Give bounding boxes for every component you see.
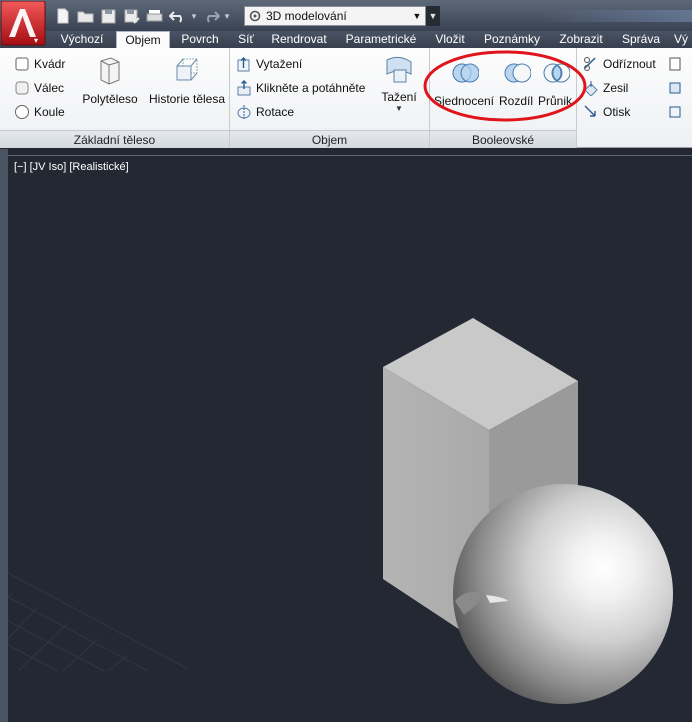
kvadr-label: Kvádr <box>34 57 66 71</box>
separate-icon <box>667 104 683 120</box>
odriznout-button[interactable]: Odříznout <box>583 54 656 74</box>
save-as-icon[interactable] <box>121 6 142 26</box>
extrude-icon <box>236 56 252 72</box>
tab-poznamky[interactable]: Poznámky <box>480 31 544 48</box>
panel-booleovske: Sjednocení Rozdíl Průnik Booleovské <box>430 48 577 148</box>
plot-icon[interactable] <box>144 6 165 26</box>
extract-edges-icon <box>667 56 683 72</box>
valec-button[interactable]: Válec <box>14 78 64 98</box>
workspace-dropdown[interactable]: 3D modelování ▼ <box>244 6 426 26</box>
tazeni-label: Tažení <box>381 90 417 104</box>
thicken-icon <box>583 80 599 96</box>
ribbon: Kvádr Válec Koule Polytěleso Historie tě… <box>0 48 692 148</box>
quick-access-toolbar: ▾ ▾ <box>52 5 231 27</box>
ground-grid <box>8 572 189 672</box>
tab-objem[interactable]: Objem <box>116 31 170 49</box>
panel-title-zakladni: Základní těleso <box>0 130 229 148</box>
historie-label: Historie tělesa <box>148 92 226 106</box>
tab-vystup[interactable]: Vý <box>674 31 692 48</box>
open-folder-icon[interactable] <box>75 6 96 26</box>
title-bar: ▾ ▾ 3D modelování ▼ ▼ <box>0 0 692 31</box>
polyteleso-label: Polytěleso <box>82 92 138 106</box>
undo-icon[interactable] <box>167 6 188 26</box>
koule-button[interactable]: Koule <box>14 102 65 122</box>
tab-povrch[interactable]: Povrch <box>176 31 224 48</box>
polyteleso-button[interactable]: Polytěleso <box>80 56 140 106</box>
separate-button[interactable] <box>667 102 683 122</box>
kliknete-label: Klikněte a potáhněte <box>256 81 366 95</box>
presspull-icon <box>236 80 252 96</box>
application-menu-button[interactable]: ▾ <box>0 0 46 46</box>
panel-objem: Vytažení Klikněte a potáhněte Rotace Taž… <box>230 48 430 148</box>
customize-qat-icon[interactable]: ▼ <box>426 6 440 26</box>
3d-scene <box>8 318 673 704</box>
drawing-viewport[interactable]: [−] [JV Iso] [Realistické] <box>0 149 692 722</box>
tab-vlozit[interactable]: Vložit <box>430 31 470 48</box>
union-icon <box>449 58 479 88</box>
extrude-faces-icon <box>667 80 683 96</box>
imprint-icon <box>583 104 599 120</box>
prunik-button[interactable]: Průnik <box>534 58 576 108</box>
ribbon-tab-bar: Výchozí Objem Povrch Síť Rendrovat Param… <box>0 31 692 49</box>
intersect-icon <box>540 58 570 88</box>
solid-history-icon <box>172 56 202 86</box>
tab-zobrazit[interactable]: Zobrazit <box>554 31 608 48</box>
zesil-label: Zesil <box>603 81 629 95</box>
extrude-faces-button[interactable] <box>667 78 683 98</box>
rotace-button[interactable]: Rotace <box>236 102 294 122</box>
valec-label: Válec <box>34 81 65 95</box>
prunik-label: Průnik <box>537 94 572 108</box>
sphere-icon <box>14 104 30 120</box>
workspace-label: 3D modelování <box>266 9 347 23</box>
zesil-button[interactable]: Zesil <box>583 78 628 98</box>
panel-zakladni-teleso: Kvádr Válec Koule Polytěleso Historie tě… <box>0 48 230 148</box>
odriznout-label: Odříznout <box>603 57 656 71</box>
viewport-left-border <box>0 149 8 722</box>
otisk-label: Otisk <box>603 105 631 119</box>
vytazeni-button[interactable]: Vytažení <box>236 54 302 74</box>
sjednoceni-button[interactable]: Sjednocení <box>432 58 496 108</box>
chevron-down-icon: ▼ <box>412 11 422 21</box>
rozdil-button[interactable]: Rozdíl <box>496 58 536 108</box>
cylinder-icon <box>14 80 30 96</box>
gear-icon <box>249 10 261 22</box>
tab-sit[interactable]: Síť <box>232 31 260 48</box>
tazeni-dropdown-icon[interactable]: ▼ <box>376 104 422 113</box>
save-icon[interactable] <box>98 6 119 26</box>
box-icon <box>14 56 30 72</box>
panel-title-booleovske: Booleovské <box>430 130 576 148</box>
subtract-icon <box>501 58 531 88</box>
koule-label: Koule <box>34 105 65 119</box>
tab-sprava[interactable]: Správa <box>618 31 664 48</box>
panel-title-objem: Objem <box>230 130 429 148</box>
undo-dropdown-icon[interactable]: ▾ <box>190 11 198 22</box>
rozdil-label: Rozdíl <box>498 94 533 108</box>
tab-rendrovat[interactable]: Rendrovat <box>268 31 330 48</box>
extract-edges-button[interactable] <box>667 54 683 74</box>
revolve-icon <box>236 104 252 120</box>
redo-dropdown-icon[interactable]: ▾ <box>223 11 231 22</box>
title-area <box>540 10 692 22</box>
otisk-button[interactable]: Otisk <box>583 102 630 122</box>
svg-text:▾: ▾ <box>34 36 38 45</box>
slice-icon <box>583 56 599 72</box>
tab-vychozi[interactable]: Výchozí <box>54 31 110 48</box>
new-file-icon[interactable] <box>52 6 73 26</box>
redo-icon[interactable] <box>200 6 221 26</box>
sweep-icon <box>384 54 414 84</box>
panel-upravy-teles: Odříznout Zesil Otisk <box>577 48 692 148</box>
historie-telesa-button[interactable]: Historie tělesa <box>146 56 228 106</box>
tab-parametricke[interactable]: Parametrické <box>340 31 422 48</box>
kliknete-potahnete-button[interactable]: Klikněte a potáhněte <box>236 78 365 98</box>
sjednoceni-label: Sjednocení <box>433 94 495 108</box>
polysolid-icon <box>95 56 125 86</box>
kvadr-button[interactable]: Kvádr <box>14 54 65 74</box>
rotace-label: Rotace <box>256 105 295 119</box>
vytazeni-label: Vytažení <box>256 57 303 71</box>
tazeni-button[interactable]: Tažení ▼ <box>376 54 422 113</box>
sphere <box>453 484 673 704</box>
